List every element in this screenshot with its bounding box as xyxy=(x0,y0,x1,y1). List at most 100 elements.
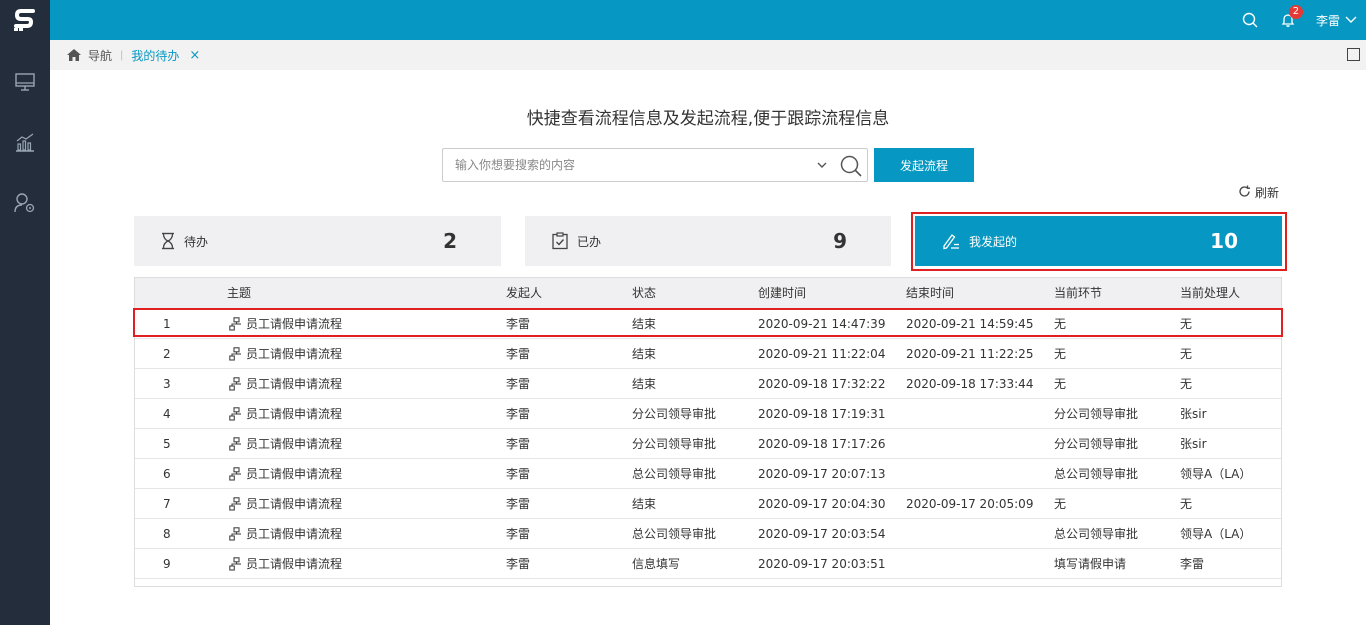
user-name[interactable]: 李雷 xyxy=(1316,12,1340,29)
table-row[interactable]: 4 员工请假申请流程 李雷 分公司领导审批 2020-09-18 17:19:31 分公司… xyxy=(135,398,1281,428)
flow-icon xyxy=(229,407,246,421)
search-icon[interactable] xyxy=(1240,10,1260,30)
column-header-status[interactable]: 状态 xyxy=(632,278,656,308)
refresh-button[interactable]: 刷新 xyxy=(1238,184,1279,201)
column-header-step[interactable]: 当前环节 xyxy=(1054,278,1102,308)
cell-step: 分公司领导审批 xyxy=(1054,407,1139,421)
cell-created: 2020-09-18 17:17:26 xyxy=(758,437,886,451)
table-row[interactable]: 6 员工请假申请流程 李雷 总公司领导审批 2020-09-17 20:07:13 总公司… xyxy=(135,458,1281,488)
home-icon[interactable] xyxy=(66,48,82,62)
clipboard-check-icon xyxy=(551,232,569,250)
flow-icon xyxy=(229,467,246,481)
maximize-icon[interactable] xyxy=(1347,48,1360,61)
cell-index: 8 xyxy=(163,527,171,541)
table-row[interactable]: 7 员工请假申请流程 李雷 结束 2020-09-17 20:04:30 2020-09-… xyxy=(135,488,1281,518)
cell-ended: 2020-09-17 20:05:09 xyxy=(906,497,1034,511)
cell-step: 填写请假申请 xyxy=(1054,557,1127,571)
cell-index: 5 xyxy=(163,437,171,451)
card-done[interactable]: 已办 9 xyxy=(525,216,891,266)
cell-subject: 员工请假申请流程 xyxy=(229,459,342,489)
process-table: 主题 发起人 状态 创建时间 结束时间 当前环节 当前处理人 1 员工请假申请流程… xyxy=(134,277,1282,587)
table-row[interactable]: 3 员工请假申请流程 李雷 结束 2020-09-18 17:32:22 2020-09-… xyxy=(135,368,1281,398)
chevron-down-icon[interactable] xyxy=(1344,15,1358,25)
cell-handler: 领导A（LA） xyxy=(1180,467,1252,481)
cell-index: 7 xyxy=(163,497,171,511)
cell-index: 4 xyxy=(163,407,171,421)
cell-subject-text: 员工请假申请流程 xyxy=(246,407,343,421)
pen-edit-icon xyxy=(941,232,961,250)
cell-index: 9 xyxy=(163,557,171,571)
sidebar-item-user-settings[interactable] xyxy=(0,189,50,219)
card-todo[interactable]: 待办 2 xyxy=(134,216,501,266)
cell-created: 2020-09-17 20:03:54 xyxy=(758,527,886,541)
cell-subject: 员工请假申请流程 xyxy=(229,489,342,519)
breadcrumb-nav-link[interactable]: 导航 xyxy=(88,47,112,64)
card-done-label: 已办 xyxy=(577,234,602,249)
column-header-handler[interactable]: 当前处理人 xyxy=(1180,278,1240,308)
cell-initiator: 李雷 xyxy=(506,437,531,451)
cell-subject: 员工请假申请流程 xyxy=(229,519,342,549)
cell-initiator: 李雷 xyxy=(506,377,531,391)
card-initiated-label: 我发起的 xyxy=(969,234,1018,249)
cell-initiator: 李雷 xyxy=(506,527,531,541)
sidebar-item-monitor[interactable] xyxy=(0,68,50,98)
notification-badge: 2 xyxy=(1288,5,1303,19)
table-row[interactable]: 2 员工请假申请流程 李雷 结束 2020-09-21 11:22:04 2020-09-… xyxy=(135,338,1281,368)
cell-step: 无 xyxy=(1054,377,1067,391)
search-box xyxy=(442,148,868,182)
card-initiated[interactable]: 我发起的 10 xyxy=(915,216,1282,266)
cell-handler: 无 xyxy=(1180,377,1193,391)
table-row[interactable]: 9 员工请假申请流程 李雷 信息填写 2020-09-17 20:03:51 填写请假申请… xyxy=(135,548,1281,578)
cell-ended: 2020-09-21 14:59:45 xyxy=(906,317,1034,331)
column-header-ended[interactable]: 结束时间 xyxy=(906,278,954,308)
cell-subject: 员工请假申请流程 xyxy=(229,429,342,459)
card-todo-count: 2 xyxy=(443,229,457,253)
app-logo[interactable] xyxy=(0,0,50,40)
column-header-subject[interactable]: 主题 xyxy=(227,278,251,308)
column-header-initiator[interactable]: 发起人 xyxy=(506,278,542,308)
cell-initiator: 李雷 xyxy=(506,347,531,361)
cell-handler: 张sir xyxy=(1180,437,1207,451)
hourglass-icon xyxy=(160,232,176,250)
cell-status: 结束 xyxy=(632,497,657,511)
cell-step: 总公司领导审批 xyxy=(1054,527,1139,541)
bell-icon[interactable]: 2 xyxy=(1278,5,1303,30)
cell-subject-text: 员工请假申请流程 xyxy=(246,557,343,571)
cell-subject-text: 员工请假申请流程 xyxy=(246,377,343,391)
cell-initiator: 李雷 xyxy=(506,407,531,421)
cell-status: 总公司领导审批 xyxy=(632,527,717,541)
tab-my-todo[interactable]: 我的待办 xyxy=(131,47,179,64)
cell-handler: 无 xyxy=(1180,497,1193,511)
cell-handler: 无 xyxy=(1180,347,1193,361)
table-row[interactable]: 8 员工请假申请流程 李雷 总公司领导审批 2020-09-17 20:03:54 总公司… xyxy=(135,518,1281,548)
table-row[interactable]: 1 员工请假申请流程 李雷 结束 2020-09-21 14:47:39 2020-09-… xyxy=(135,308,1281,338)
tab-close-icon[interactable]: × xyxy=(189,48,200,63)
cell-created: 2020-09-17 20:07:13 xyxy=(758,467,886,481)
flow-icon xyxy=(229,377,246,391)
cell-initiator: 李雷 xyxy=(506,317,531,331)
start-process-button[interactable]: 发起流程 xyxy=(874,148,974,182)
cell-ended: 2020-09-21 11:22:25 xyxy=(906,347,1034,361)
table-row-partial[interactable] xyxy=(135,578,1281,586)
cell-subject-text: 员工请假申请流程 xyxy=(246,527,343,541)
cell-ended: 2020-09-18 17:33:44 xyxy=(906,377,1034,391)
breadcrumb: 导航 | 我的待办 × xyxy=(50,40,1366,70)
cell-status: 信息填写 xyxy=(632,557,681,571)
cell-status: 总公司领导审批 xyxy=(632,467,717,481)
monitor-icon xyxy=(14,72,36,95)
cell-step: 无 xyxy=(1054,497,1067,511)
page-title: 快捷查看流程信息及发起流程,便于跟踪流程信息 xyxy=(526,109,890,129)
cell-index: 2 xyxy=(163,347,171,361)
column-header-created[interactable]: 创建时间 xyxy=(758,278,806,308)
cell-subject-text: 员工请假申请流程 xyxy=(246,317,343,331)
user-settings-icon xyxy=(13,192,37,217)
sidebar xyxy=(0,40,50,625)
table-row[interactable]: 5 员工请假申请流程 李雷 分公司领导审批 2020-09-18 17:17:26 分公司… xyxy=(135,428,1281,458)
chevron-down-icon[interactable] xyxy=(815,158,829,175)
cell-subject: 员工请假申请流程 xyxy=(229,369,342,399)
cell-handler: 张sir xyxy=(1180,407,1207,421)
cell-index: 1 xyxy=(163,317,171,331)
sidebar-item-chart[interactable] xyxy=(0,129,50,159)
search-input[interactable] xyxy=(443,149,803,181)
search-icon[interactable] xyxy=(839,154,863,181)
